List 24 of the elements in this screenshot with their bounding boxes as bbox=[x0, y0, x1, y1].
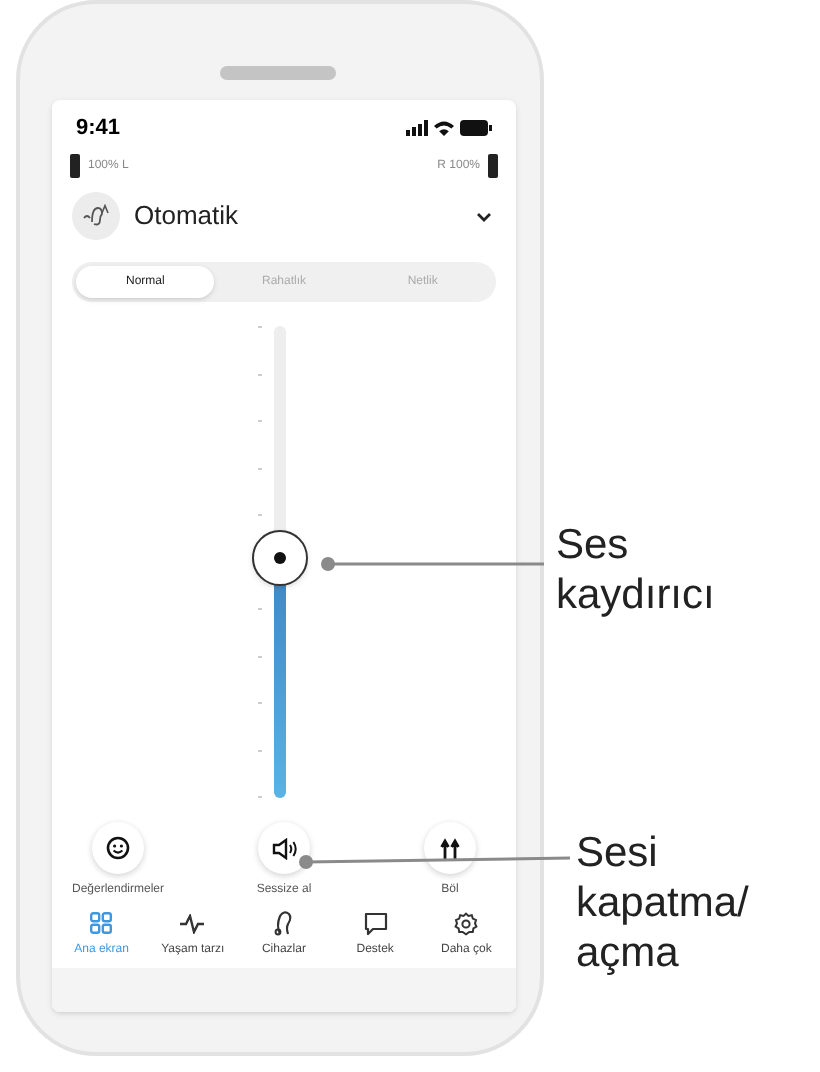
pulse-icon bbox=[180, 913, 205, 933]
arrows-up-icon bbox=[440, 837, 460, 859]
speaker-icon bbox=[271, 837, 297, 859]
program-icon bbox=[72, 192, 120, 240]
grid-icon bbox=[90, 912, 113, 934]
volume-slider-thumb[interactable] bbox=[252, 529, 308, 586]
chat-bubble-icon bbox=[363, 911, 388, 935]
settings-icon bbox=[454, 911, 479, 935]
wifi-icon bbox=[434, 120, 454, 136]
battery-icon bbox=[460, 120, 492, 136]
battery-icon bbox=[70, 154, 80, 178]
signal-icon bbox=[406, 120, 428, 136]
chevron-down-icon[interactable] bbox=[476, 211, 492, 221]
action-button[interactable] bbox=[258, 822, 310, 874]
smiley-icon bbox=[106, 836, 130, 860]
hearing-aid-icon bbox=[273, 910, 294, 936]
action-button[interactable] bbox=[424, 822, 476, 874]
callout-label: Sesi kapatma/ açma bbox=[576, 828, 751, 978]
status-time: 9:41 bbox=[76, 113, 121, 144]
action-button[interactable] bbox=[92, 822, 144, 874]
callout-label: Ses kaydırıcı bbox=[556, 520, 717, 620]
program-name: Otomatik bbox=[134, 198, 239, 235]
speaker-slot bbox=[220, 66, 336, 80]
battery-icon bbox=[488, 154, 498, 178]
